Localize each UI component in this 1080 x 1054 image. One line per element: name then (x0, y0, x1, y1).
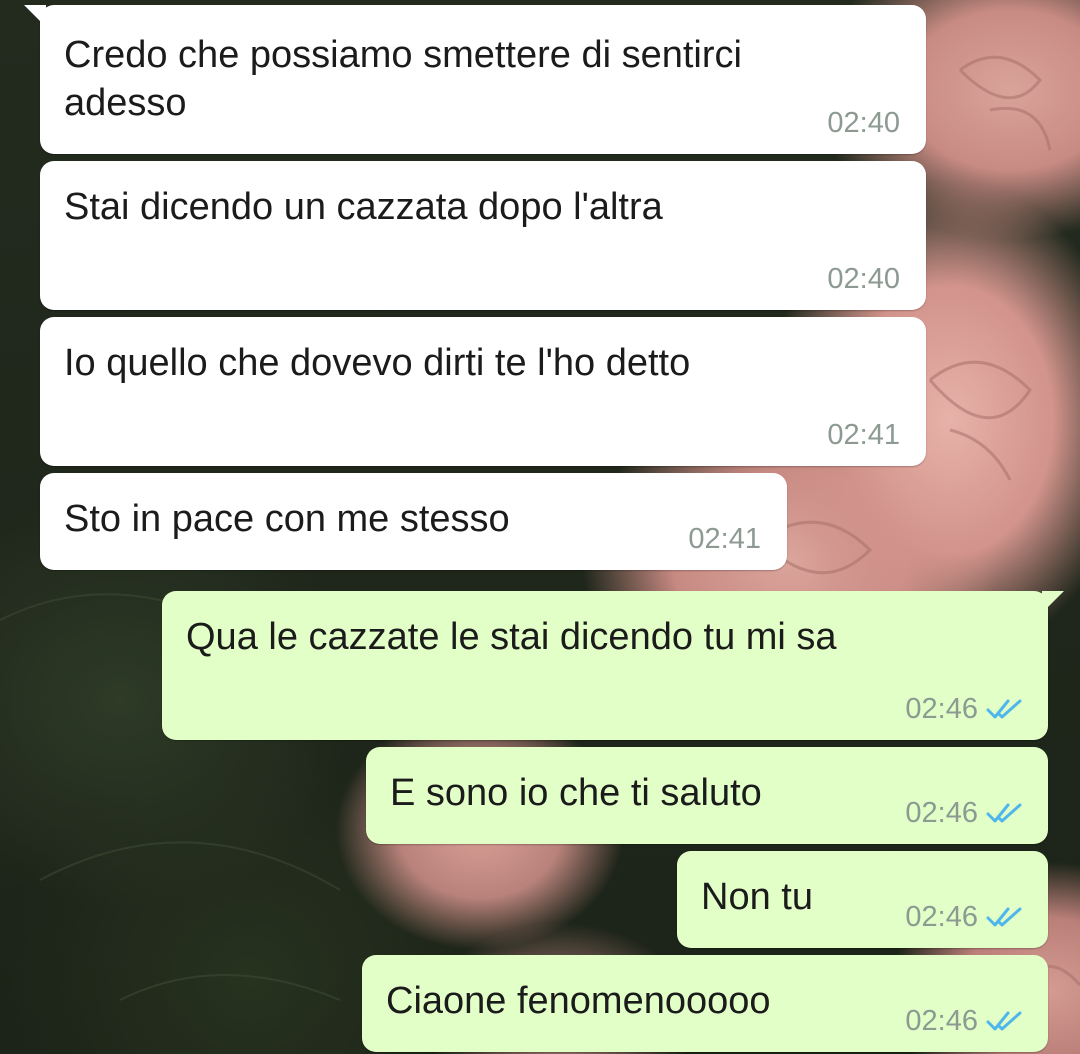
incoming-message-bubble[interactable]: Stai dicendo un cazzata dopo l'altra 02:… (40, 161, 926, 310)
message-meta: 02:41 (827, 418, 900, 452)
message-meta: 02:46 (905, 900, 1024, 934)
double-check-read-icon (986, 1011, 1022, 1031)
incoming-message-bubble[interactable]: Credo che possiamo smettere di sentirci … (24, 5, 926, 154)
message-meta: 02:41 (688, 522, 761, 556)
message-timestamp: 02:40 (827, 263, 900, 295)
message-text: Credo che possiamo smettere di sentirci … (64, 34, 742, 124)
message-meta: 02:40 (827, 106, 900, 140)
message-timestamp: 02:41 (688, 523, 761, 555)
bubble-tail (24, 5, 46, 27)
message-meta: 02:46 (905, 796, 1024, 830)
message-timestamp: 02:46 (905, 693, 978, 725)
outgoing-message-bubble[interactable]: Non tu 02:46 (677, 851, 1048, 948)
message-text: Stai dicendo un cazzata dopo l'altra (64, 186, 663, 228)
outgoing-message-bubble[interactable]: E sono io che ti saluto 02:46 (366, 747, 1048, 844)
message-meta: 02:40 (827, 262, 900, 296)
message-timestamp: 02:40 (827, 107, 900, 139)
incoming-message-bubble[interactable]: Sto in pace con me stesso 02:41 (40, 473, 787, 570)
message-text: Ciaone fenomenooooo (386, 980, 771, 1022)
incoming-message-bubble[interactable]: Io quello che dovevo dirti te l'ho detto… (40, 317, 926, 466)
outgoing-message-bubble[interactable]: Qua le cazzate le stai dicendo tu mi sa … (162, 591, 1064, 740)
double-check-read-icon (986, 699, 1022, 719)
message-timestamp: 02:46 (905, 901, 978, 933)
message-text: Qua le cazzate le stai dicendo tu mi sa (186, 616, 837, 658)
message-timestamp: 02:46 (905, 797, 978, 829)
double-check-read-icon (986, 803, 1022, 823)
message-text: E sono io che ti saluto (390, 772, 762, 814)
message-meta: 02:46 (905, 1004, 1024, 1038)
bubble-tail (1042, 591, 1064, 613)
message-timestamp: 02:41 (827, 419, 900, 451)
message-text: Io quello che dovevo dirti te l'ho detto (64, 342, 691, 384)
outgoing-message-bubble[interactable]: Ciaone fenomenooooo 02:46 (362, 955, 1048, 1052)
message-meta: 02:46 (905, 692, 1024, 726)
double-check-read-icon (986, 907, 1022, 927)
message-timestamp: 02:46 (905, 1005, 978, 1037)
message-text: Non tu (701, 876, 813, 918)
message-text: Sto in pace con me stesso (64, 498, 510, 540)
